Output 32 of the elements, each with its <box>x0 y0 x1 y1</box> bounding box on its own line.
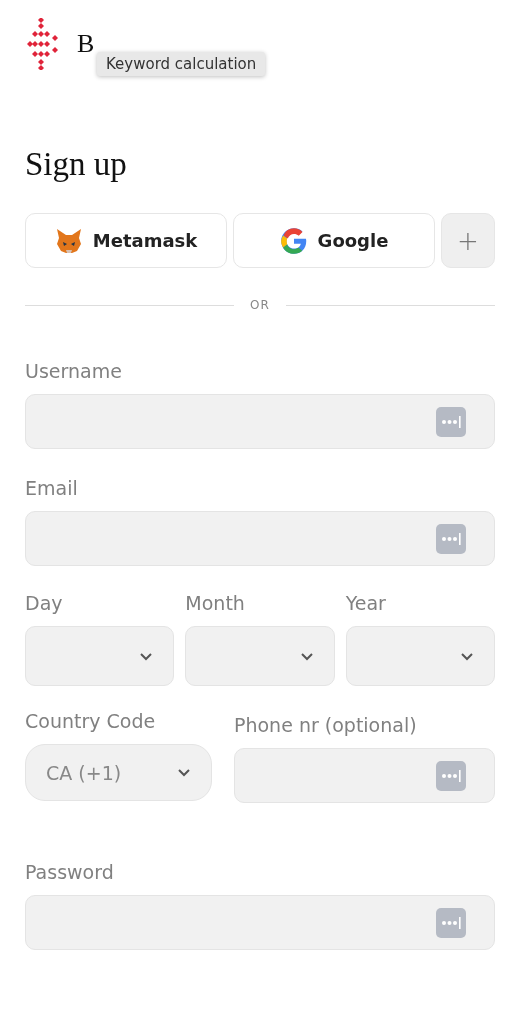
social-login-button[interactable]: Metamask <box>25 213 227 268</box>
logo-text: B <box>77 29 97 59</box>
password-manager-icon[interactable] <box>436 907 466 938</box>
field-label: Year <box>345 592 387 614</box>
dropdown[interactable] <box>185 626 335 686</box>
page-title: Sign up <box>25 146 128 183</box>
tooltip: Keyword calculation <box>97 52 266 76</box>
password-manager-icon[interactable] <box>436 406 466 437</box>
password-manager-icon[interactable] <box>436 523 466 554</box>
input-field[interactable] <box>25 394 495 449</box>
input-field[interactable] <box>234 748 495 803</box>
more-options-button[interactable]: + <box>441 213 495 268</box>
field-label: Country Code <box>25 710 157 732</box>
social-login-button[interactable]: Google <box>233 213 435 268</box>
field-label: Email <box>25 477 79 499</box>
input-field[interactable] <box>25 511 495 566</box>
field-label: Month <box>185 592 246 614</box>
dropdown[interactable] <box>25 626 175 686</box>
field-label: Username <box>25 360 123 382</box>
password-manager-icon[interactable] <box>436 760 466 791</box>
fox-icon <box>54 227 83 254</box>
chevron-down-icon <box>177 768 191 777</box>
input-field[interactable] <box>25 895 495 950</box>
chevron-down-icon <box>460 651 474 661</box>
field-label: Phone nr (optional) <box>234 714 418 736</box>
google-icon <box>279 226 308 255</box>
divider-label: OR <box>250 298 270 312</box>
dropdown[interactable] <box>345 626 495 686</box>
chevron-down-icon <box>139 651 154 661</box>
field-label: Password <box>25 861 115 883</box>
field-label: Day <box>25 592 64 614</box>
chevron-down-icon <box>299 651 314 661</box>
